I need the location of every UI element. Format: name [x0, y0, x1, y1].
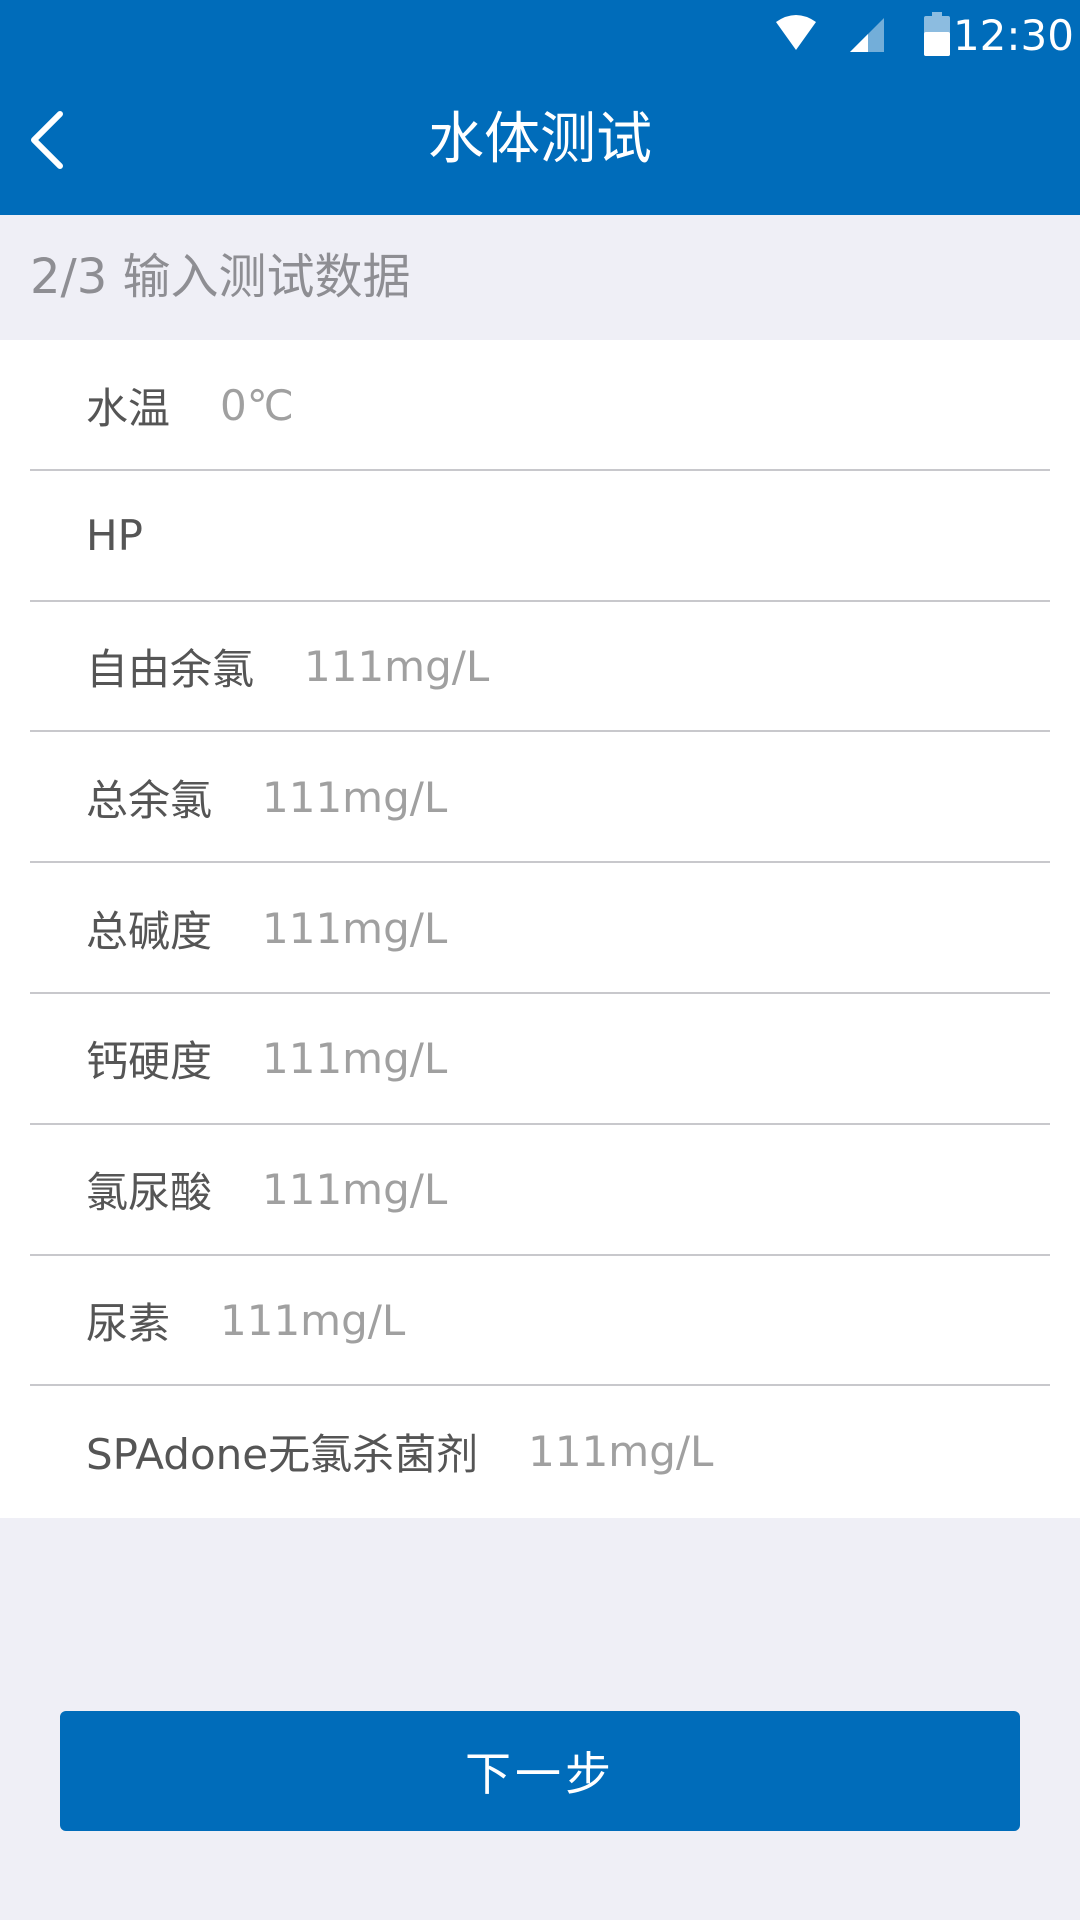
- field-row-water-temperature[interactable]: 水温 0℃: [30, 340, 1050, 471]
- section-header: 2/3 输入测试数据: [0, 215, 1080, 340]
- field-label: 总余氯: [86, 775, 213, 825]
- field-label: 水温: [86, 383, 171, 433]
- test-data-list: 水温 0℃ HP 自由余氯 111mg/L 总余氯 111mg/L 总碱度 11…: [0, 340, 1080, 1518]
- field-row-spadone-sanitizer[interactable]: SPAdone无氯杀菌剂 111mg/L: [30, 1386, 1050, 1517]
- field-label: 总碱度: [86, 906, 213, 956]
- field-row-urea[interactable]: 尿素 111mg/L: [30, 1256, 1050, 1387]
- field-label: SPAdone无氯杀菌剂: [86, 1429, 479, 1479]
- field-label: 钙硬度: [86, 1037, 213, 1087]
- status-time: 12:30: [952, 11, 1074, 60]
- field-value: 111mg/L: [262, 903, 448, 953]
- field-row-calcium-hardness[interactable]: 钙硬度 111mg/L: [30, 994, 1050, 1125]
- cellular-signal-icon: [850, 18, 884, 52]
- field-row-cyanuric-acid[interactable]: 氯尿酸 111mg/L: [30, 1125, 1050, 1256]
- battery-icon: [924, 12, 950, 56]
- field-label: 尿素: [86, 1299, 171, 1349]
- field-label: 自由余氯: [86, 645, 255, 695]
- field-row-free-chlorine[interactable]: 自由余氯 111mg/L: [30, 602, 1050, 733]
- field-value: 0℃: [220, 380, 294, 430]
- step-label: 2/3 输入测试数据: [30, 249, 411, 305]
- next-step-button[interactable]: 下一步: [60, 1711, 1020, 1831]
- page-title: 水体测试: [428, 107, 652, 172]
- field-label: 氯尿酸: [86, 1168, 213, 1218]
- field-value: 111mg/L: [262, 772, 448, 822]
- field-value: 111mg/L: [528, 1426, 714, 1476]
- app-header: 12:30 水体测试: [0, 0, 1080, 215]
- field-value: 111mg/L: [304, 642, 490, 692]
- status-bar: 12:30: [0, 0, 1080, 72]
- field-row-total-chlorine[interactable]: 总余氯 111mg/L: [30, 732, 1050, 864]
- field-value: 111mg/L: [220, 1296, 406, 1346]
- field-row-hp[interactable]: HP: [30, 471, 1050, 602]
- field-value: 111mg/L: [262, 1034, 448, 1084]
- field-label: HP: [86, 511, 143, 561]
- field-value: 111mg/L: [262, 1165, 448, 1215]
- wifi-icon: [776, 15, 816, 50]
- field-row-total-alkalinity[interactable]: 总碱度 111mg/L: [30, 863, 1050, 994]
